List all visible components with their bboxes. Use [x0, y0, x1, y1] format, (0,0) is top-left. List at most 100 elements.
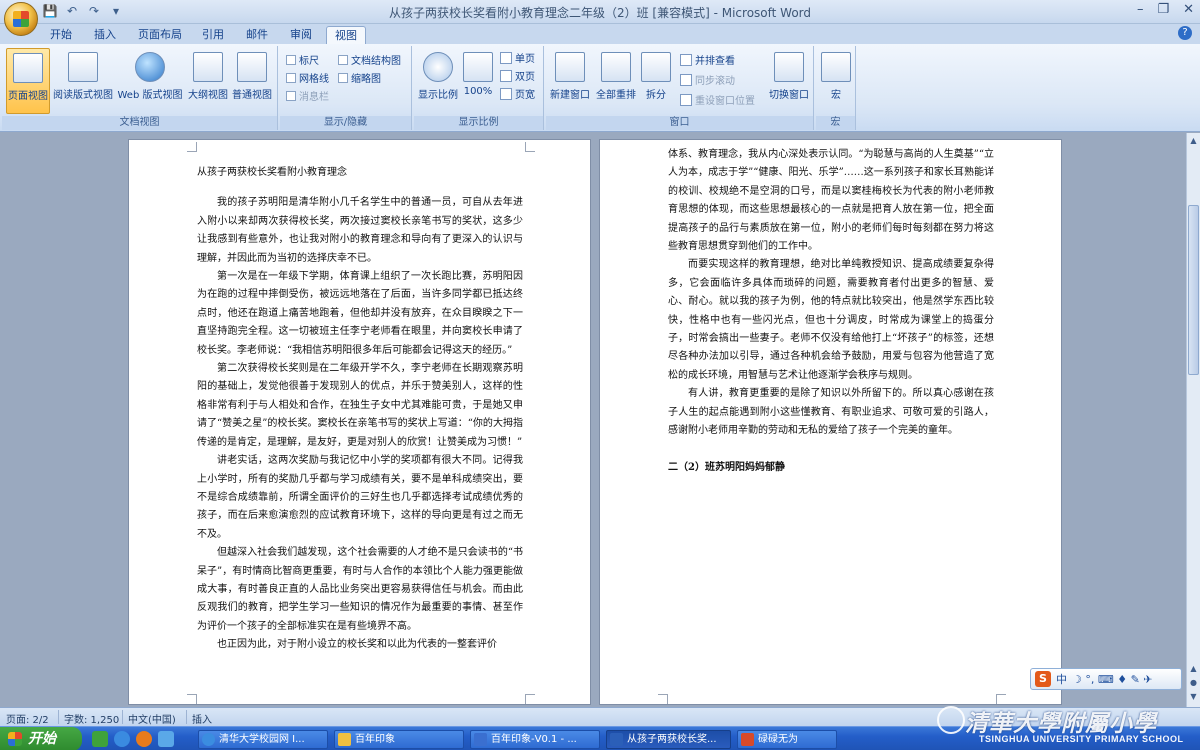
- tab-page-layout[interactable]: 页面布局: [130, 26, 190, 44]
- scroll-up-arrow-icon[interactable]: ▲: [1188, 135, 1199, 147]
- message-bar-label: 消息栏: [299, 92, 329, 103]
- draft-view-button[interactable]: 普通视图: [230, 48, 274, 114]
- office-button[interactable]: [4, 2, 38, 36]
- taskbar-item-folder[interactable]: 百年印象: [334, 730, 464, 749]
- zoom-100-button[interactable]: 100%: [460, 48, 496, 114]
- separator: [58, 710, 59, 724]
- close-button[interactable]: ✕: [1183, 2, 1194, 17]
- arrange-all-button[interactable]: 全部重排: [594, 48, 638, 114]
- word-icon: [610, 733, 623, 746]
- web-layout-icon: [135, 52, 165, 82]
- macros-label: 宏: [831, 90, 841, 101]
- word-count[interactable]: 字数: 1,250: [64, 711, 119, 726]
- split-icon: [641, 52, 671, 82]
- minimize-button[interactable]: –: [1137, 2, 1144, 17]
- split-button[interactable]: 拆分: [640, 48, 672, 114]
- page-count[interactable]: 页面: 2/2: [6, 711, 49, 726]
- app-icon[interactable]: [158, 731, 174, 747]
- ie-icon[interactable]: [114, 731, 130, 747]
- page-2[interactable]: 体系、教育理念，我从内心深处表示认同。“为聪慧与高尚的人生奠基”“立人为本，成志…: [599, 139, 1062, 705]
- insert-mode[interactable]: 插入: [192, 711, 212, 726]
- document-area[interactable]: 从孩子两获校长奖看附小教育理念 我的孩子苏明阳是清华附小几千名学生中的普通一员，…: [0, 133, 1186, 707]
- document-title: 从孩子两获校长奖看附小教育理念: [197, 167, 347, 178]
- ime-tools-icons[interactable]: ☽ °, ⌨ ♦ ✎ ✈: [1072, 673, 1153, 686]
- synchronous-scrolling-button[interactable]: 同步滚动: [680, 72, 735, 87]
- task-label: 百年印象: [355, 734, 395, 745]
- macros-button[interactable]: 宏: [820, 48, 852, 114]
- page-width-button[interactable]: 页宽: [500, 86, 535, 101]
- ime-toolbar[interactable]: S 中 ☽ °, ⌨ ♦ ✎ ✈: [1030, 668, 1182, 690]
- tab-view[interactable]: 视图: [326, 26, 366, 44]
- split-label: 拆分: [646, 90, 666, 101]
- app-icon: [741, 733, 754, 746]
- tab-insert[interactable]: 插入: [86, 26, 124, 44]
- paragraph: 讲老实话，这两次奖励与我记忆中小学的奖项都有很大不同。记得我上小学时，所有的奖励…: [197, 455, 523, 540]
- one-page-button[interactable]: 单页: [500, 50, 535, 65]
- tab-references[interactable]: 引用: [194, 26, 232, 44]
- web-layout-label: Web 版式视图: [117, 90, 183, 101]
- show-desktop-icon[interactable]: [92, 731, 108, 747]
- sogou-logo-icon[interactable]: S: [1035, 671, 1051, 687]
- help-icon[interactable]: ?: [1178, 26, 1192, 40]
- print-layout-button[interactable]: 页面视图: [6, 48, 50, 114]
- draft-view-label: 普通视图: [232, 90, 272, 101]
- zoom-button[interactable]: 显示比例: [416, 48, 460, 114]
- thumbnails-checkbox[interactable]: 缩略图: [338, 70, 381, 85]
- group-window: 新建窗口 全部重排 拆分 并排查看 同步滚动 重设窗口位置 切换窗口 窗口: [546, 46, 814, 130]
- magnifier-icon: [423, 52, 453, 82]
- previous-page-icon[interactable]: ▲: [1188, 663, 1199, 675]
- switch-windows-button[interactable]: 切换窗口: [766, 48, 812, 114]
- reading-layout-button[interactable]: 阅读版式视图: [52, 48, 114, 114]
- separator: [186, 710, 187, 724]
- scrollbar-thumb[interactable]: [1188, 205, 1199, 375]
- web-layout-button[interactable]: Web 版式视图: [116, 48, 184, 114]
- two-pages-button[interactable]: 双页: [500, 68, 535, 83]
- tab-review[interactable]: 审阅: [282, 26, 320, 44]
- new-window-button[interactable]: 新建窗口: [548, 48, 592, 114]
- firefox-icon[interactable]: [136, 731, 152, 747]
- gridlines-label: 网格线: [299, 74, 329, 85]
- margin-corner: [525, 142, 535, 152]
- new-window-icon: [555, 52, 585, 82]
- reset-position-label: 重设窗口位置: [695, 96, 755, 107]
- gridlines-checkbox[interactable]: 网格线: [286, 70, 329, 85]
- view-side-by-side-button[interactable]: 并排查看: [680, 52, 735, 67]
- tab-home[interactable]: 开始: [42, 26, 80, 44]
- taskbar-item-app[interactable]: 碌碌无为: [737, 730, 837, 749]
- paragraph: 第一次是在一年级下学期，体育课上组织了一次长跑比赛，苏明阳因为在跑的过程中摔倒受…: [197, 271, 523, 356]
- group-label-window: 窗口: [546, 116, 813, 130]
- document-map-check-icon: [338, 54, 348, 65]
- margin-corner: [187, 142, 197, 152]
- reset-window-position-button[interactable]: 重设窗口位置: [680, 92, 755, 107]
- message-bar-check-icon: [286, 90, 296, 101]
- taskbar-item-browser[interactable]: 清华大学校园网 I...: [198, 730, 328, 749]
- ruler-checkbox[interactable]: 标尺: [286, 52, 319, 67]
- taskbar-item-word-doc[interactable]: 百年印象-V0.1 - ...: [470, 730, 600, 749]
- start-button[interactable]: 开始: [0, 727, 82, 750]
- window-title: 从孩子两获校长奖看附小教育理念二年级（2）班 [兼容模式] - Microsof…: [388, 6, 812, 20]
- outline-view-button[interactable]: 大纲视图: [186, 48, 230, 114]
- paragraph: 我的孩子苏明阳是清华附小几千名学生中的普通一员，可自从去年进入附小以来却两次获得…: [197, 197, 523, 264]
- vertical-scrollbar[interactable]: ▲ ▲ ● ▼: [1186, 133, 1200, 707]
- browse-object-icon[interactable]: ●: [1188, 677, 1199, 689]
- message-bar-checkbox[interactable]: 消息栏: [286, 88, 329, 103]
- language[interactable]: 中文(中国): [128, 711, 176, 726]
- window-controls: – ❐ ✕: [1137, 2, 1194, 17]
- tab-mailings[interactable]: 邮件: [238, 26, 276, 44]
- ruler-check-icon: [286, 54, 296, 65]
- one-page-icon: [500, 51, 512, 64]
- group-document-views: 页面视图 阅读版式视图 Web 版式视图 大纲视图 普通视图 文档视图: [2, 46, 278, 130]
- task-label: 碌碌无为: [758, 734, 798, 745]
- margin-corner: [658, 694, 668, 704]
- maximize-button[interactable]: ❐: [1157, 2, 1169, 17]
- outline-view-icon: [193, 52, 223, 82]
- ime-mode-toggle[interactable]: 中: [1056, 671, 1067, 687]
- ribbon: 页面视图 阅读版式视图 Web 版式视图 大纲视图 普通视图 文档视图 标尺 文…: [0, 44, 1200, 132]
- taskbar-item-active-doc[interactable]: 从孩子两获校长奖...: [606, 730, 731, 749]
- page-1[interactable]: 从孩子两获校长奖看附小教育理念 我的孩子苏明阳是清华附小几千名学生中的普通一员，…: [128, 139, 591, 705]
- next-page-icon[interactable]: ▼: [1188, 691, 1199, 703]
- two-pages-label: 双页: [515, 72, 535, 83]
- task-label: 清华大学校园网 I...: [219, 734, 305, 745]
- paragraph: 体系、教育理念，我从内心深处表示认同。“为聪慧与高尚的人生奠基”“立人为本，成志…: [668, 149, 994, 253]
- document-map-checkbox[interactable]: 文档结构图: [338, 52, 401, 67]
